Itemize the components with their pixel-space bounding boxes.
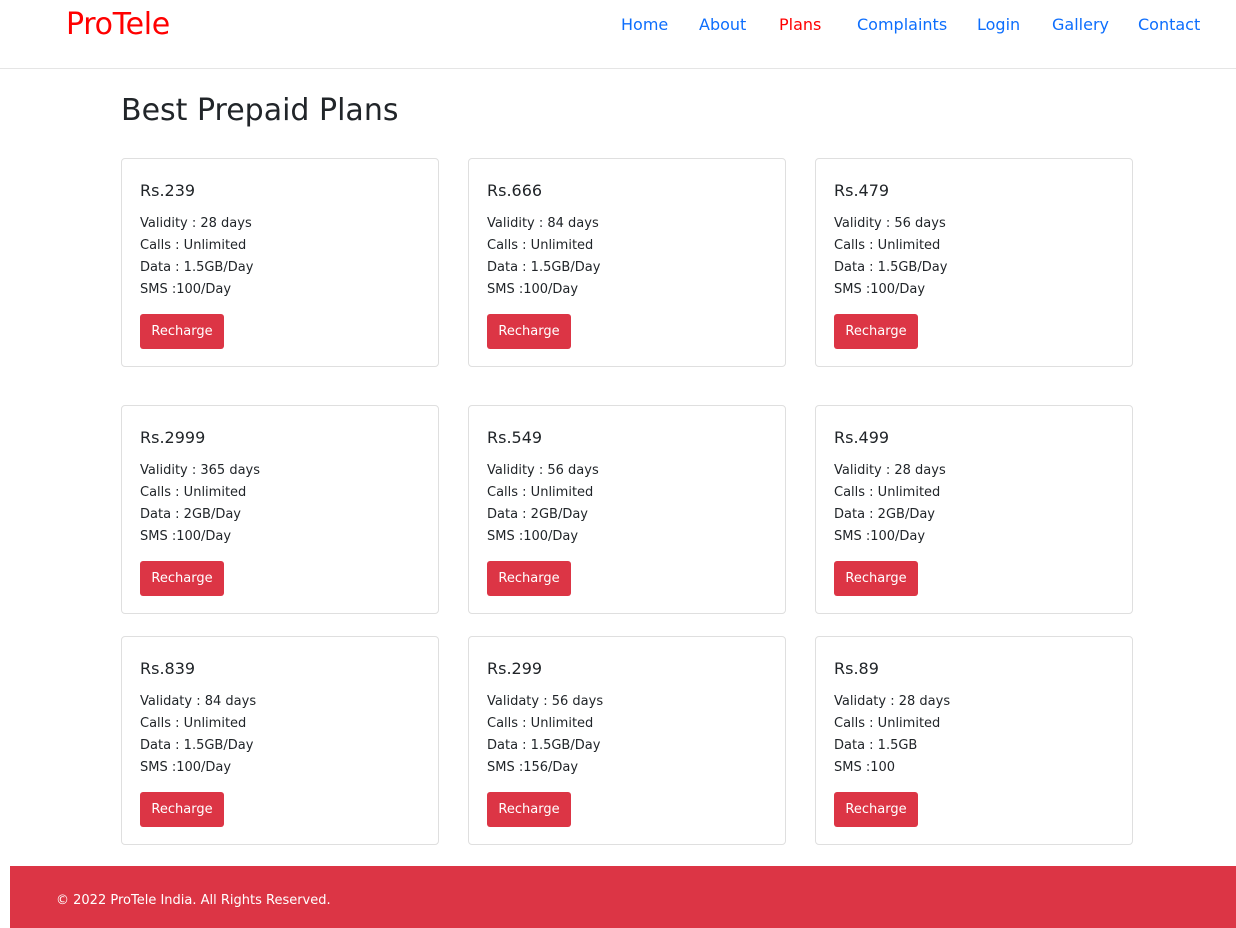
nav-complaints[interactable]: Complaints [857,14,947,36]
recharge-button[interactable]: Recharge [487,792,571,827]
plan-calls: Calls : Unlimited [140,485,247,500]
plan-calls: Calls : Unlimited [140,238,247,253]
plan-validity: Validity : 28 days [834,463,946,478]
plan-data: Data : 1.5GB/Day [487,260,601,275]
plan-data: Data : 2GB/Day [140,507,241,522]
plan-data: Data : 1.5GB [834,738,918,753]
plan-calls: Calls : Unlimited [834,485,941,500]
plan-sms: SMS :156/Day [487,760,579,775]
plan-card: Rs.2999 Validity : 365 days Calls : Unli… [121,405,439,614]
recharge-button[interactable]: Recharge [487,314,571,349]
plan-data: Data : 2GB/Day [834,507,935,522]
plan-card: Rs.549 Validity : 56 days Calls : Unlimi… [468,405,786,614]
plan-validity: Validity : 28 days [140,216,252,231]
plan-card: Rs.666 Validity : 84 days Calls : Unlimi… [468,158,786,367]
plan-price: Rs.549 [487,428,543,447]
brand-logo[interactable]: ProTele [66,5,170,45]
plan-price: Rs.239 [140,181,196,200]
plan-calls: Calls : Unlimited [834,238,941,253]
recharge-button[interactable]: Recharge [834,314,918,349]
plan-data: Data : 2GB/Day [487,507,588,522]
recharge-button[interactable]: Recharge [140,792,224,827]
plan-calls: Calls : Unlimited [487,716,594,731]
plan-validity: Validity : 56 days [834,216,946,231]
nav-about[interactable]: About [699,14,746,36]
plan-card: Rs.299 Validaty : 56 days Calls : Unlimi… [468,636,786,845]
plan-sms: SMS :100 [834,760,896,775]
plan-validity: Validaty : 28 days [834,694,951,709]
plan-data: Data : 1.5GB/Day [140,738,254,753]
recharge-button[interactable]: Recharge [140,314,224,349]
nav-plans[interactable]: Plans [779,14,821,36]
footer: © 2022 ProTele India. All Rights Reserve… [10,866,1236,928]
plan-card: Rs.479 Validity : 56 days Calls : Unlimi… [815,158,1133,367]
navbar: ProTele Home About Plans Complaints Logi… [0,0,1236,69]
plan-sms: SMS :100/Day [487,529,579,544]
plan-sms: SMS :100/Day [487,282,579,297]
nav-home[interactable]: Home [621,14,668,36]
nav-gallery[interactable]: Gallery [1052,14,1109,36]
plan-price: Rs.89 [834,659,879,678]
plan-calls: Calls : Unlimited [834,716,941,731]
plan-validity: Validity : 84 days [487,216,599,231]
plan-data: Data : 1.5GB/Day [487,738,601,753]
nav-login[interactable]: Login [977,14,1020,36]
recharge-button[interactable]: Recharge [487,561,571,596]
plan-validity: Validity : 56 days [487,463,599,478]
plan-sms: SMS :100/Day [140,760,232,775]
plan-price: Rs.479 [834,181,890,200]
plan-validity: Validaty : 56 days [487,694,604,709]
page-title: Best Prepaid Plans [121,93,399,128]
plan-sms: SMS :100/Day [834,282,926,297]
footer-copyright: © 2022 ProTele India. All Rights Reserve… [56,893,331,908]
plan-card: Rs.89 Validaty : 28 days Calls : Unlimit… [815,636,1133,845]
plan-sms: SMS :100/Day [140,282,232,297]
plan-price: Rs.2999 [140,428,206,447]
plan-price: Rs.839 [140,659,196,678]
recharge-button[interactable]: Recharge [834,561,918,596]
plan-price: Rs.299 [487,659,543,678]
plan-card: Rs.839 Validaty : 84 days Calls : Unlimi… [121,636,439,845]
plan-card: Rs.499 Validity : 28 days Calls : Unlimi… [815,405,1133,614]
recharge-button[interactable]: Recharge [834,792,918,827]
recharge-button[interactable]: Recharge [140,561,224,596]
plan-price: Rs.499 [834,428,890,447]
plan-data: Data : 1.5GB/Day [140,260,254,275]
plan-calls: Calls : Unlimited [140,716,247,731]
plan-sms: SMS :100/Day [140,529,232,544]
plan-price: Rs.666 [487,181,543,200]
plan-sms: SMS :100/Day [834,529,926,544]
plan-card: Rs.239 Validity : 28 days Calls : Unlimi… [121,158,439,367]
plan-calls: Calls : Unlimited [487,238,594,253]
nav-contact[interactable]: Contact [1138,14,1200,36]
plan-calls: Calls : Unlimited [487,485,594,500]
plan-validity: Validaty : 84 days [140,694,257,709]
plan-validity: Validity : 365 days [140,463,261,478]
plan-data: Data : 1.5GB/Day [834,260,948,275]
